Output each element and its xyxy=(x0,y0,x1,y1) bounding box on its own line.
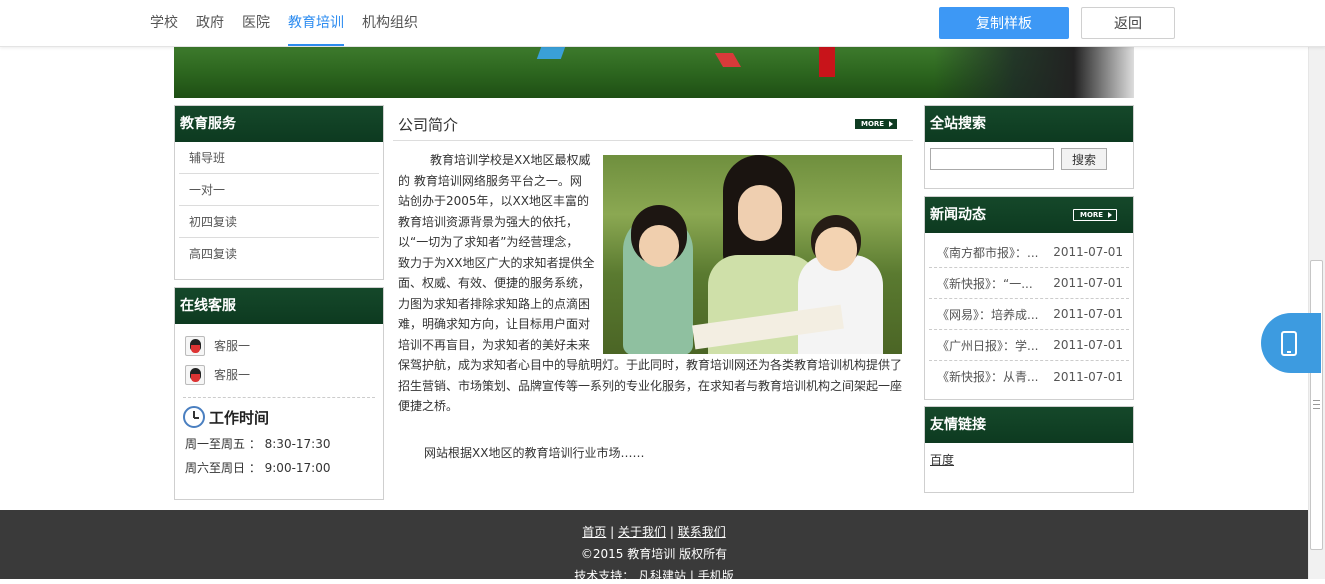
intro-paragraph: 保驾护航，成为求知者心目中的导航明灯。于此同时，教育培训网还为各类教育培训机构提… xyxy=(398,358,903,413)
news-item[interactable]: 《新快报》：“一... 2011-07-01 xyxy=(929,268,1129,299)
news-item-title: 《广州日报》：学... xyxy=(937,338,1039,353)
list-item[interactable]: 高四复读 xyxy=(179,238,379,270)
intro-text: 教育培训学校是XX地区最权威 的 教育培训网络服务平台之一。网 站创办于2005… xyxy=(398,150,908,417)
work-hours-heading: 工作时间 xyxy=(183,406,375,428)
list-item[interactable]: 一对一 xyxy=(179,174,379,206)
qq-icon xyxy=(185,364,205,385)
tab-hospital[interactable]: 医院 xyxy=(242,0,270,47)
panel-title: 友情链接 xyxy=(925,407,1133,443)
footer-support-prefix: 技术支持： xyxy=(574,569,635,583)
news-item[interactable]: 《新快报》：从青... 2011-07-01 xyxy=(929,361,1129,392)
tab-school[interactable]: 学校 xyxy=(150,0,178,47)
more-button[interactable]: MORE xyxy=(1073,209,1117,221)
panel-title: 教育服务 xyxy=(175,106,383,142)
banner-flag xyxy=(714,53,742,67)
intro-line: 难，明确求知方向，让目标用户面对 xyxy=(398,317,591,331)
intro-line: 培训不再盲目，为求知者的美好未来 xyxy=(398,337,591,352)
clock-icon xyxy=(183,406,205,428)
intro-line: 的 教育培训网络服务平台之一。网 xyxy=(398,173,582,188)
banner-figure xyxy=(934,47,1134,98)
news-item-date: 2011-07-01 xyxy=(1053,369,1123,384)
search-button[interactable]: 搜索 xyxy=(1061,148,1107,170)
news-item-date: 2011-07-01 xyxy=(1053,307,1123,321)
news-item-title: 《南方都市报》：... xyxy=(937,245,1039,260)
footer-separator: | xyxy=(689,569,694,583)
news-item-date: 2011-07-01 xyxy=(1053,245,1123,259)
intro-line: 教育培训资源背景为强大的依托， xyxy=(398,214,579,229)
qq-icon xyxy=(185,335,205,356)
tab-education[interactable]: 教育培训 xyxy=(288,0,344,46)
footer-link-mobile[interactable]: 手机版 xyxy=(698,569,734,583)
intro-line: 致力于为XX地区广大的求知者提供全 xyxy=(398,255,595,270)
tab-government[interactable]: 政府 xyxy=(196,0,224,47)
panel-title: 在线客服 xyxy=(175,288,383,324)
banner-flag xyxy=(536,47,566,59)
footer-link-contact[interactable]: 联系我们 xyxy=(678,525,726,539)
support-item[interactable]: 客服一 xyxy=(175,331,383,360)
footer-nav: 首页 | 关于我们 | 联系我们 xyxy=(0,523,1308,540)
news-item-title: 《新快报》：从青... xyxy=(937,370,1039,384)
mobile-preview-button[interactable] xyxy=(1261,313,1321,373)
intro-line: 站创办于2005年，以XX地区丰富的 xyxy=(398,194,589,208)
intro-line: 力图为求知者排除求知路上的点滴困 xyxy=(398,296,591,311)
intro-title: 公司简介 xyxy=(398,116,459,134)
online-support-panel: 在线客服 客服一 客服一 工作时间 周一至周五 ： 8:30-17:30 周六至… xyxy=(174,287,384,500)
news-item-title: 《新快报》：“一... xyxy=(937,276,1033,291)
work-hours-title: 工作时间 xyxy=(209,408,270,427)
top-toolbar: 学校 政府 医院 教育培训 机构组织 复制样板 返回 xyxy=(0,0,1325,47)
news-item[interactable]: 《网易》：培养成... 2011-07-01 xyxy=(929,299,1129,330)
support-item[interactable]: 客服一 xyxy=(175,360,383,389)
news-item-title: 《网易》：培养成... xyxy=(937,307,1039,322)
panel-title: 新闻动态 MORE xyxy=(925,197,1133,233)
news-item-date: 2011-07-01 xyxy=(1053,338,1123,352)
footer-separator: | xyxy=(669,525,674,539)
support-label: 客服一 xyxy=(214,368,251,382)
section-title: 公司简介 MORE xyxy=(393,106,913,141)
banner-image xyxy=(174,47,1134,98)
back-button[interactable]: 返回 xyxy=(1081,7,1175,39)
footer-copyright: ©2015 教育培训 版权所有 xyxy=(580,547,728,561)
education-services-panel: 教育服务 辅导班 一对一 初四复读 高四复读 xyxy=(174,105,384,280)
news-list: 《南方都市报》：... 2011-07-01 《新快报》：“一... 2011-… xyxy=(925,233,1133,392)
mobile-phone-icon xyxy=(1281,331,1297,356)
intro-narrow-lines: 教育培训学校是XX地区最权威 的 教育培训网络服务平台之一。网 站创办于2005… xyxy=(398,150,596,355)
link-baidu[interactable]: 百度 xyxy=(930,451,954,468)
panel-title: 全站搜索 xyxy=(925,106,1133,142)
copy-template-button[interactable]: 复制样板 xyxy=(939,7,1069,39)
footer-link-builder[interactable]: 凡科建站 xyxy=(638,569,686,583)
more-button[interactable]: MORE xyxy=(854,118,898,130)
friend-links-panel: 友情链接 百度 xyxy=(924,406,1134,493)
support-list: 客服一 客服一 xyxy=(175,324,383,389)
work-hours-line: 周一至周五 ： 8:30-17:30 xyxy=(185,437,331,451)
scrollbar-grip-icon xyxy=(1313,400,1320,409)
search-input[interactable] xyxy=(930,148,1054,170)
news-title: 新闻动态 xyxy=(930,207,986,223)
footer-link-about[interactable]: 关于我们 xyxy=(618,525,666,539)
list-item[interactable]: 初四复读 xyxy=(179,206,379,238)
tab-organization[interactable]: 机构组织 xyxy=(362,0,418,47)
intro-line: 教育培训学校是XX地区最权威 xyxy=(430,153,591,167)
footer-support: 技术支持： 凡科建站 | 手机版 xyxy=(0,567,1308,584)
support-label: 客服一 xyxy=(214,339,251,353)
news-item[interactable]: 《广州日报》：学... 2011-07-01 xyxy=(929,330,1129,361)
footer-separator: | xyxy=(610,525,615,539)
footer: 首页 | 关于我们 | 联系我们 ©2015 教育培训 版权所有 技术支持： 凡… xyxy=(0,510,1308,583)
news-item-date: 2011-07-01 xyxy=(1053,276,1123,290)
footer-link-home[interactable]: 首页 xyxy=(582,525,606,539)
banner-flag xyxy=(819,47,835,77)
category-tabs: 学校 政府 医院 教育培训 机构组织 xyxy=(150,0,436,47)
work-hours-line: 周六至周日 ： 9:00-17:00 xyxy=(185,461,331,475)
intro-more-text: 网站根据XX地区的教育培训行业市场…… xyxy=(424,446,645,460)
work-hours: 工作时间 周一至周五 ： 8:30-17:30 周六至周日 ： 9:00-17:… xyxy=(183,397,375,476)
list-item[interactable]: 辅导班 xyxy=(179,142,379,174)
news-item[interactable]: 《南方都市报》：... 2011-07-01 xyxy=(929,237,1129,268)
services-list: 辅导班 一对一 初四复读 高四复读 xyxy=(175,142,383,270)
news-panel: 新闻动态 MORE 《南方都市报》：... 2011-07-01 《新快报》：“… xyxy=(924,196,1134,400)
intro-line: 以“一切为了求知者”为经营理念， xyxy=(398,235,579,249)
site-search-panel: 全站搜索 搜索 xyxy=(924,105,1134,189)
intro-line: 面、权威、有效、便捷的服务系统， xyxy=(398,276,591,290)
